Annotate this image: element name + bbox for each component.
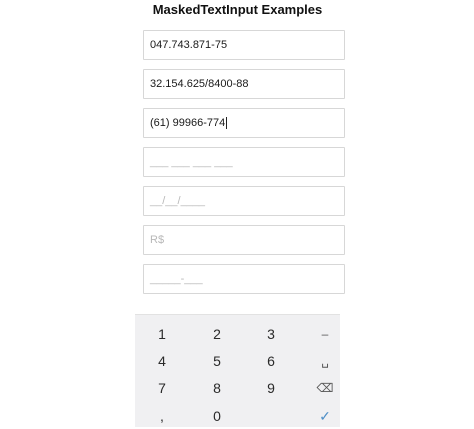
empty-key: [246, 403, 296, 429]
minus-key[interactable]: –: [300, 321, 350, 347]
credit-card-input[interactable]: ___ ___ ___ ___: [143, 147, 345, 177]
date-input[interactable]: __/__/____: [143, 186, 345, 216]
key-8[interactable]: 8: [192, 375, 242, 401]
key-6[interactable]: 6: [246, 348, 296, 374]
numeric-keyboard: 1 2 3 – 4 5 6 ␣ 7 8 9 ⌫ , 0 ✓: [135, 314, 340, 427]
cnpj-input-value: 32.154.625/8400-88: [150, 78, 249, 90]
done-check-icon[interactable]: ✓: [300, 403, 350, 429]
comma-key[interactable]: ,: [137, 403, 187, 429]
date-input-placeholder: __/__/____: [150, 195, 206, 207]
cnpj-input[interactable]: 32.154.625/8400-88: [143, 69, 345, 99]
money-input-placeholder: R$: [150, 234, 165, 246]
space-key-icon[interactable]: ␣: [300, 348, 350, 374]
key-4[interactable]: 4: [137, 348, 187, 374]
cpf-input-value: 047.743.871-75: [150, 39, 228, 51]
credit-card-input-placeholder: ___ ___ ___ ___: [150, 156, 233, 168]
key-5[interactable]: 5: [192, 348, 242, 374]
page-title: MaskedTextInput Examples: [152, 2, 323, 17]
zip-code-input-placeholder: _____-___: [150, 273, 203, 285]
cpf-input[interactable]: 047.743.871-75: [143, 30, 345, 60]
app-screen: MaskedTextInput Examples 047.743.871-75 …: [135, 0, 345, 427]
backspace-key-icon[interactable]: ⌫: [300, 375, 350, 401]
key-2[interactable]: 2: [192, 321, 242, 347]
key-7[interactable]: 7: [137, 375, 187, 401]
key-0[interactable]: 0: [192, 403, 242, 429]
phone-input-value: (61) 99966-774: [150, 117, 226, 129]
phone-input[interactable]: (61) 99966-774: [143, 108, 345, 138]
key-3[interactable]: 3: [246, 321, 296, 347]
text-cursor: [226, 117, 228, 129]
money-input[interactable]: R$: [143, 225, 345, 255]
key-9[interactable]: 9: [246, 375, 296, 401]
key-1[interactable]: 1: [137, 321, 187, 347]
zip-code-input[interactable]: _____-___: [143, 264, 345, 294]
